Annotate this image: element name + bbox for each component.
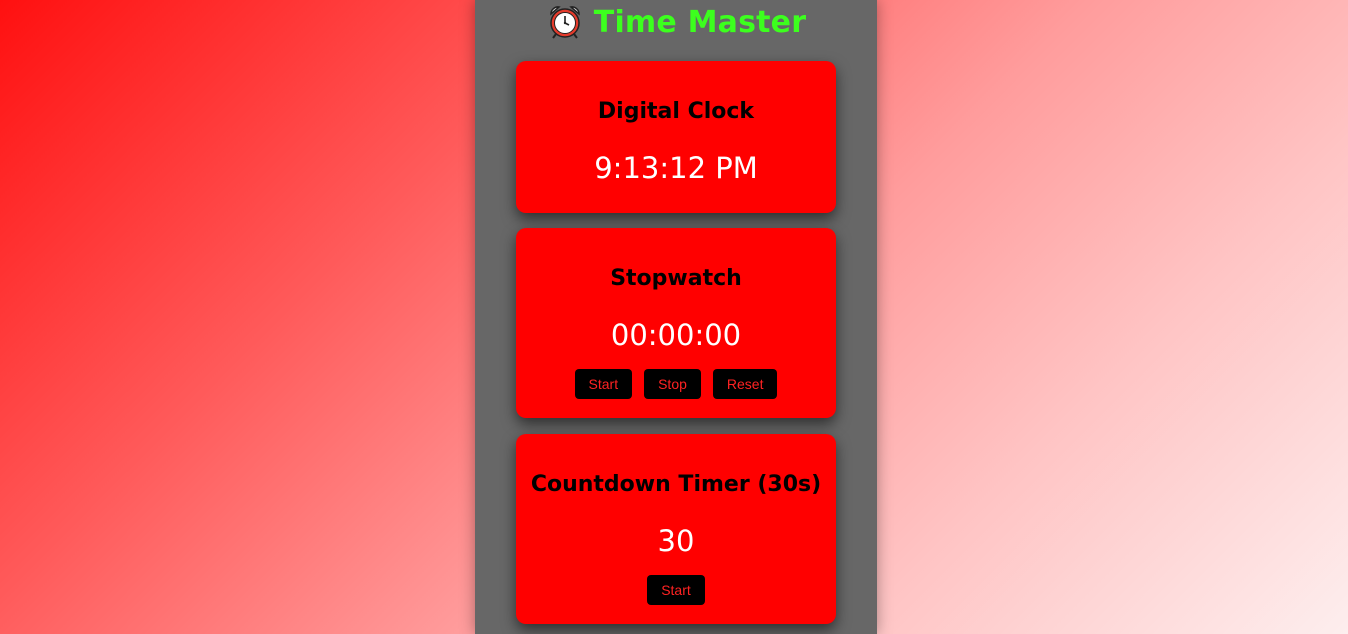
alarm-clock-icon <box>550 6 580 39</box>
digital-clock-card: Digital Clock 9:13:12 PM <box>516 61 836 213</box>
stopwatch-stop-button[interactable]: Stop <box>644 369 701 399</box>
stopwatch-controls: Start Stop Reset <box>516 369 836 399</box>
stopwatch-start-button[interactable]: Start <box>574 369 633 399</box>
countdown-display: 30 <box>657 524 695 558</box>
countdown-card: Countdown Timer (30s) 30 Start <box>516 434 836 624</box>
stopwatch-display: 00:00:00 <box>610 318 742 352</box>
digital-clock-time: 9:13:12 PM <box>594 151 758 185</box>
countdown-controls: Start <box>516 575 836 605</box>
app-panel: Time Master Digital Clock 9:13:12 PM Sto… <box>475 0 877 634</box>
countdown-start-button[interactable]: Start <box>647 575 705 605</box>
app-header: Time Master <box>475 0 877 44</box>
stopwatch-card: Stopwatch 00:00:00 Start Stop Reset <box>516 228 836 418</box>
stopwatch-reset-button[interactable]: Reset <box>712 369 778 399</box>
countdown-title: Countdown Timer (30s) <box>530 472 822 497</box>
digital-clock-title: Digital Clock <box>597 99 755 124</box>
stopwatch-title: Stopwatch <box>610 266 742 291</box>
app-title: Time Master <box>593 4 807 40</box>
